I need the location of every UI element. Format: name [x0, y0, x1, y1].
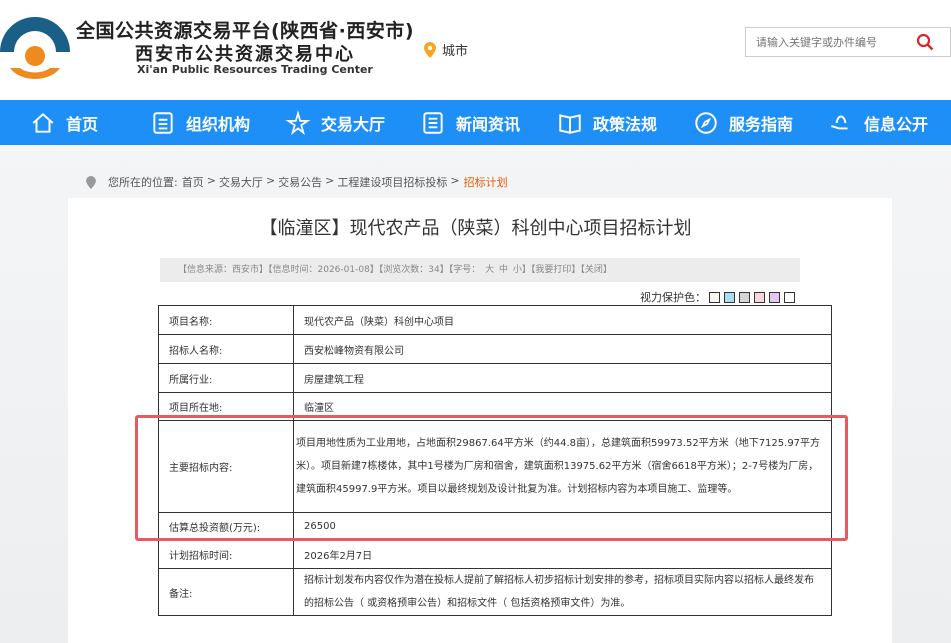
article-title: 【临潼区】现代农产品（陕菜）科创中心项目招标计划 [259, 218, 692, 239]
row-value: 项目用地性质为工业用地，占地面积29867.64平方米（约44.8亩），总建筑面… [293, 420, 832, 513]
breadcrumb-current: 招标计划 [463, 176, 508, 189]
row-label: 项目名称: [158, 305, 294, 335]
eye-color-swatch[interactable] [769, 291, 780, 303]
eye-color-swatch[interactable] [739, 291, 750, 303]
nav-label: 首页 [66, 114, 99, 134]
header: 全国公共资源交易平台(陕西省·西安市) 西安市公共资源交易中心 Xi'an Pu… [0, 0, 951, 100]
star-icon [285, 109, 311, 135]
main-nav: 首页 组织机构 交易大厅 新闻资讯 政策法规 服务指南 信息公开 [0, 100, 951, 145]
breadcrumb-separator: > [206, 174, 216, 187]
row-label: 计划招标时间: [158, 540, 294, 569]
eye-color-swatch[interactable] [784, 291, 795, 303]
breadcrumb-link[interactable]: 工程建设项目招标投标 [337, 174, 447, 190]
row-label: 所属行业: [158, 363, 294, 393]
list-icon [423, 111, 443, 134]
table-row: 项目所在地: 临潼区 [158, 392, 832, 421]
breadcrumb-separator: > [265, 174, 276, 187]
table-row: 所属行业: 房屋建筑工程 [158, 363, 832, 393]
nav-item-4[interactable]: 政策法规 [557, 100, 657, 145]
eye-color-swatch[interactable] [754, 291, 765, 303]
eye-protection-label: 视力保护色： [640, 291, 706, 304]
breadcrumb-link[interactable]: 交易大厅 [219, 174, 263, 190]
breadcrumb-prefix: 您所在的位置: [108, 176, 178, 189]
nav-item-0[interactable]: 首页 [30, 100, 98, 145]
row-label: 主要招标内容: [158, 420, 294, 513]
table-row: 招标人名称: 西安松峰物资有限公司 [158, 334, 832, 364]
nav-label: 新闻资讯 [456, 114, 521, 134]
row-label: 备注: [158, 568, 294, 616]
search-icon[interactable] [916, 33, 934, 51]
row-value: 房屋建筑工程 [293, 363, 832, 393]
search-box [745, 27, 951, 57]
search-input[interactable] [746, 35, 916, 49]
table-row: 计划招标时间: 2026年2月7日 [158, 540, 832, 569]
plan-table: 项目名称: 现代农产品（陕菜）科创中心项目 招标人名称: 西安松峰物资有限公司 所属行业… [158, 305, 832, 616]
row-label: 项目所在地: [158, 392, 294, 421]
row-value: 招标计划发布内容仅作为潜在投标人提前了解招标人初步招标计划安排的参考，招标项目实… [293, 568, 832, 616]
nav-item-1[interactable]: 组织机构 [150, 100, 250, 145]
nav-item-2[interactable]: 交易大厅 [285, 100, 385, 145]
compass-icon [695, 111, 717, 134]
table-row: 备注: 招标计划发布内容仅作为潜在投标人提前了解招标人初步招标计划安排的参考，招标… [158, 568, 832, 616]
site-title: 全国公共资源交易平台(陕西省·西安市) [76, 20, 415, 42]
row-value: 2026年2月7日 [293, 540, 832, 569]
row-value: 临潼区 [293, 392, 832, 421]
location-pin-icon [424, 41, 436, 58]
logo [0, 17, 70, 79]
book-icon [559, 113, 581, 134]
site-title-en: Xi'an Public Resources Trading Center [137, 63, 373, 76]
breadcrumb: 您所在的位置: 首页 > 交易大厅 > 交易公告 > 工程建设项目招标投标 > 招标计划 [86, 174, 508, 190]
eye-color-swatch[interactable] [724, 291, 735, 303]
eye-protection-colors: 视力保护色： [640, 289, 795, 305]
city-selector[interactable]: 城市 [424, 40, 468, 59]
row-value: 现代农产品（陕菜）科创中心项目 [293, 305, 832, 335]
home-icon [32, 112, 54, 133]
row-label: 招标人名称: [158, 334, 294, 364]
breadcrumb-separator: > [325, 174, 335, 187]
row-label: 估算总投资额(万元): [158, 512, 294, 541]
table-row: 项目名称: 现代农产品（陕菜）科创中心项目 [158, 305, 832, 335]
table-row: 主要招标内容: 项目用地性质为工业用地，占地面积29867.64平方米（约44.8… [158, 420, 832, 513]
table-row: 估算总投资额(万元): 26500 [158, 512, 832, 541]
nav-item-6[interactable]: 信息公开 [828, 100, 928, 145]
hand-icon [831, 115, 848, 129]
article-info-bar: 【信息来源：西安市】【信息时间：2026-01-08】【浏览次数：34】【字号：… [160, 258, 800, 282]
nav-item-5[interactable]: 服务指南 [693, 100, 793, 145]
eye-color-swatch[interactable] [709, 291, 720, 303]
breadcrumb-link[interactable]: 交易公告 [278, 174, 322, 190]
city-label: 城市 [442, 44, 469, 59]
breadcrumb-link[interactable]: 首页 [182, 174, 204, 190]
breadcrumb-separator: > [450, 174, 460, 187]
nav-label: 信息公开 [864, 114, 929, 134]
row-value: 西安松峰物资有限公司 [293, 334, 832, 364]
nav-label: 交易大厅 [321, 114, 386, 134]
nav-item-3[interactable]: 新闻资讯 [420, 100, 520, 145]
nav-label: 服务指南 [729, 114, 794, 134]
document-icon [153, 111, 173, 134]
nav-label: 组织机构 [186, 114, 251, 134]
row-value: 26500 [293, 512, 832, 541]
location-icon [86, 175, 96, 189]
nav-label: 政策法规 [593, 114, 658, 134]
